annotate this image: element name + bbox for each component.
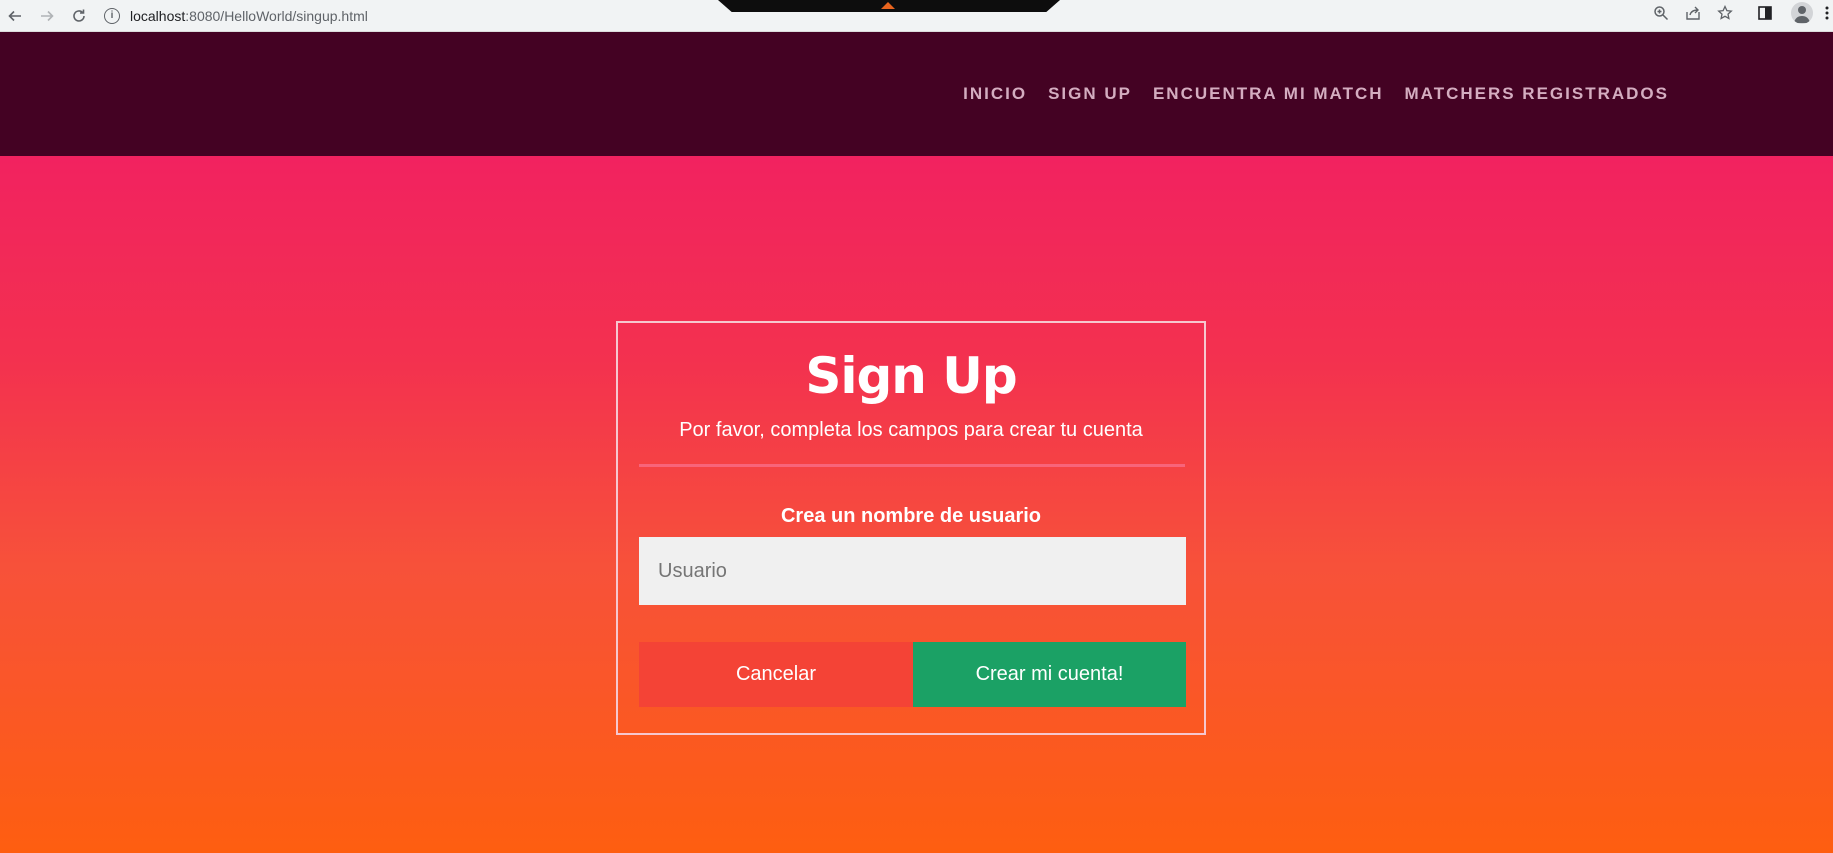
form-subtitle: Por favor, completa los campos para crea…: [679, 419, 1143, 441]
nav-link-matchers-registrados[interactable]: MATCHERS REGISTRADOS: [1405, 84, 1669, 104]
profile-avatar-icon[interactable]: [1791, 2, 1813, 24]
browser-actions: [1645, 0, 1833, 26]
site-header: INICIO SIGN UP ENCUENTRA MI MATCH MATCHE…: [0, 32, 1833, 156]
cancel-button[interactable]: Cancelar: [639, 642, 913, 707]
signup-form: Sign Up Por favor, completa los campos p…: [616, 321, 1206, 735]
reload-icon[interactable]: [68, 5, 90, 27]
page: INICIO SIGN UP ENCUENTRA MI MATCH MATCHE…: [0, 32, 1833, 853]
more-menu-icon[interactable]: [1823, 3, 1831, 23]
nav-link-encuentra-mi-match[interactable]: ENCUENTRA MI MATCH: [1153, 84, 1384, 104]
share-icon[interactable]: [1683, 3, 1703, 23]
nav-link-inicio[interactable]: INICIO: [963, 84, 1027, 104]
main-nav: INICIO SIGN UP ENCUENTRA MI MATCH MATCHE…: [963, 84, 1669, 104]
zoom-icon[interactable]: [1651, 3, 1671, 23]
site-info-icon[interactable]: i: [104, 7, 120, 24]
url-host: localhost: [130, 7, 186, 24]
username-label: Crea un nombre de usuario: [780, 505, 1042, 527]
bookmark-star-icon[interactable]: [1715, 3, 1735, 23]
url-path: :8080/HelloWorld/singup.html: [185, 7, 368, 24]
side-panel-icon[interactable]: [1755, 3, 1775, 23]
username-input[interactable]: [639, 537, 1186, 605]
address-bar[interactable]: i localhost:8080/HelloWorld/singup.html: [98, 4, 698, 28]
create-account-button[interactable]: Crear mi cuenta!: [913, 642, 1186, 707]
divider: [639, 464, 1185, 467]
nav-link-sign-up[interactable]: SIGN UP: [1048, 84, 1132, 104]
notch-arrow-icon[interactable]: [881, 2, 895, 9]
back-icon[interactable]: [4, 5, 26, 27]
forward-icon[interactable]: [36, 5, 58, 27]
page-title: Sign Up: [805, 347, 1017, 405]
